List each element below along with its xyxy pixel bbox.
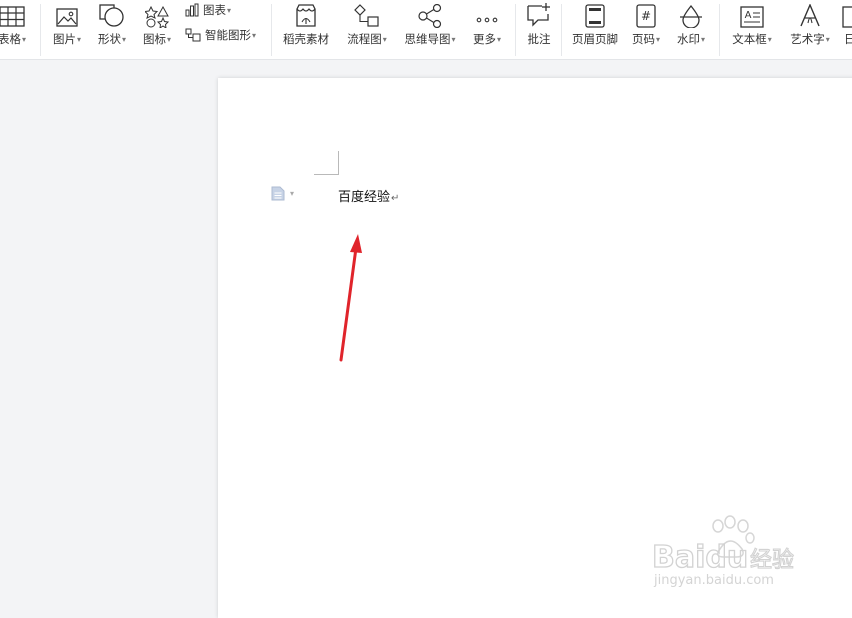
- chevron-down-icon: ▾: [382, 34, 387, 44]
- picture-button[interactable]: 图片▾: [48, 0, 86, 52]
- daoke-material-label: 稻壳素材: [283, 32, 329, 46]
- header-footer-icon: [585, 0, 605, 28]
- chevron-down-icon: ▾: [825, 34, 830, 44]
- page-number-button[interactable]: # 页码▾: [628, 0, 664, 52]
- page-number-icon: #: [636, 0, 656, 28]
- shape-label: 形状: [97, 32, 121, 46]
- table-button[interactable]: 表格▾: [0, 0, 32, 52]
- watermark-url: jingyan.baidu.com: [653, 573, 774, 588]
- document-text[interactable]: 百度经验↵: [338, 186, 399, 205]
- header-footer-label: 页眉页脚: [572, 32, 618, 46]
- header-footer-button[interactable]: 页眉页脚: [569, 0, 621, 52]
- more-dots-icon: [476, 0, 498, 28]
- picture-icon: [56, 0, 78, 28]
- flowchart-button[interactable]: 流程图▾: [342, 0, 392, 52]
- material-store-icon: [294, 0, 318, 28]
- baidu-watermark: Baidu 经验 jingyan.baidu.com: [650, 515, 810, 595]
- word-art-button[interactable]: 艺术字▾: [784, 0, 836, 52]
- mindmap-label: 思维导图: [404, 32, 451, 46]
- flowchart-icon: [354, 0, 380, 28]
- more-label: 更多: [472, 32, 496, 46]
- chevron-down-icon: ▾: [76, 34, 81, 44]
- chevron-down-icon: ▾: [655, 34, 660, 44]
- chevron-down-icon: ▾: [290, 189, 295, 198]
- watermark-button[interactable]: 水印▾: [673, 0, 709, 52]
- word-art-icon: [798, 0, 822, 28]
- ribbon-divider: [561, 4, 562, 56]
- table-label: 表格: [0, 32, 21, 46]
- picture-label: 图片: [52, 32, 76, 46]
- watermark-icon: [679, 0, 703, 28]
- icon-library-button[interactable]: 图标▾: [138, 0, 176, 52]
- page-number-label: 页码: [631, 32, 655, 46]
- bar-chart-icon: [185, 3, 199, 17]
- mindmap-button[interactable]: 思维导图▾: [401, 0, 459, 52]
- watermark-label: 水印: [676, 32, 700, 46]
- calendar-icon: [840, 0, 852, 28]
- chevron-down-icon: ▾: [21, 34, 26, 44]
- comment-button[interactable]: 批注: [522, 0, 556, 52]
- paragraph-handle[interactable]: ▾: [271, 186, 294, 201]
- shape-icon: [99, 0, 125, 28]
- ribbon-divider: [40, 4, 41, 56]
- comment-icon: [526, 0, 552, 28]
- smart-art-icon: [185, 28, 201, 42]
- date-label: 日: [844, 32, 852, 46]
- chevron-down-icon: ▾: [166, 34, 171, 44]
- watermark-brand-suffix: 经验: [750, 548, 794, 573]
- smart-art-button[interactable]: 智能图形 ▾: [185, 26, 256, 44]
- margin-corner-mark: [314, 151, 339, 175]
- icons-grid-icon: [145, 0, 169, 28]
- smart-art-label: 智能图形: [205, 28, 251, 42]
- chevron-down-icon: ▾: [700, 34, 705, 44]
- chevron-down-icon: ▾: [767, 34, 772, 44]
- ribbon-divider: [719, 4, 720, 56]
- chevron-down-icon: ▾: [252, 30, 257, 40]
- chevron-down-icon: ▾: [496, 34, 501, 44]
- baidu-paw-logo: Baidu 经验 jingyan.baidu.com: [651, 515, 795, 588]
- document-icon: [271, 186, 285, 201]
- daoke-material-button[interactable]: 稻壳素材: [279, 0, 333, 52]
- svg-text:#: #: [641, 9, 651, 23]
- watermark-brand: Baidu: [652, 540, 748, 575]
- date-button[interactable]: 日: [840, 0, 852, 52]
- chevron-down-icon: ▾: [121, 34, 126, 44]
- text-box-button[interactable]: A 文本框▾: [727, 0, 777, 52]
- chart-label: 图表: [203, 3, 226, 17]
- icon-library-label: 图标: [142, 32, 166, 46]
- text-box-label: 文本框: [732, 32, 767, 46]
- word-art-label: 艺术字: [790, 32, 825, 46]
- paragraph-mark: ↵: [391, 193, 400, 204]
- document-paragraph[interactable]: 百度经验: [338, 190, 390, 205]
- shape-button[interactable]: 形状▾: [93, 0, 131, 52]
- insert-ribbon: 表格▾ 图片▾ 形状▾ 图标▾ 图表 ▾ 智能图形 ▾ 稻壳素材 流程图▾ 思维…: [0, 0, 852, 60]
- more-button[interactable]: 更多▾: [469, 0, 505, 52]
- chart-button[interactable]: 图表 ▾: [185, 1, 231, 19]
- table-icon: [0, 0, 25, 28]
- mindmap-icon: [417, 0, 443, 28]
- text-box-icon: A: [740, 0, 764, 28]
- svg-text:A: A: [745, 10, 752, 21]
- chevron-down-icon: ▾: [227, 5, 232, 15]
- ribbon-divider: [271, 4, 272, 56]
- ribbon-divider: [515, 4, 516, 56]
- comment-label: 批注: [527, 32, 551, 46]
- chevron-down-icon: ▾: [451, 34, 456, 44]
- flowchart-label: 流程图: [347, 32, 382, 46]
